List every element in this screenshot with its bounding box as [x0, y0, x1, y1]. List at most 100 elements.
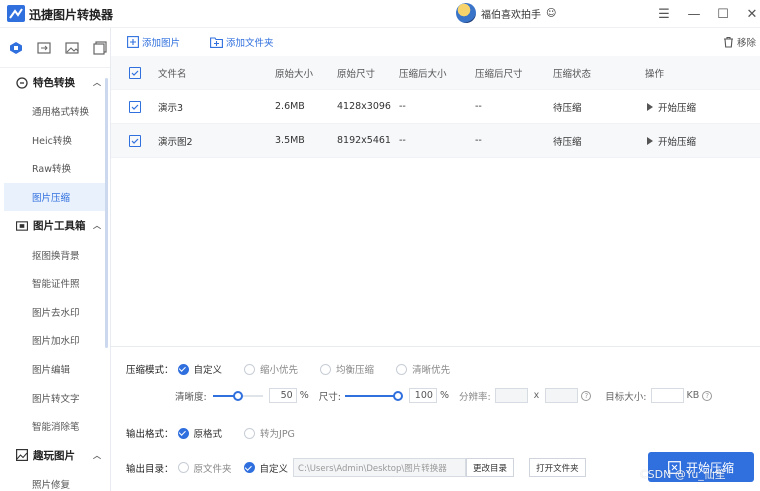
after-dims: --	[475, 101, 482, 112]
header-orig-size: 原始大小	[275, 68, 314, 80]
row-start-button[interactable]: 开始压缩	[647, 124, 696, 157]
sidebar-item-add-watermark[interactable]: 图片加水印	[0, 326, 110, 355]
table-row[interactable]: 演示3 2.6MB 4128x3096 -- -- 待压缩 开始压缩	[111, 90, 760, 124]
sidebar-item-edit[interactable]: 图片编辑	[0, 355, 110, 384]
file-name: 演示图2	[158, 136, 193, 148]
resolution-label: 分辨率:	[458, 391, 491, 403]
slider-fill	[344, 394, 398, 397]
header-action: 操作	[645, 68, 665, 80]
row-checkbox[interactable]	[129, 90, 141, 123]
header-filename: 文件名	[158, 68, 187, 80]
image-icon[interactable]	[62, 38, 81, 57]
format-jpg[interactable]: 转为JPG	[244, 426, 295, 440]
file-name: 演示3	[158, 102, 184, 114]
size-label: 尺寸:	[318, 391, 341, 403]
dir-custom[interactable]: 自定义	[243, 461, 289, 475]
change-dir-button[interactable]: 更改目录	[466, 458, 515, 477]
add-folder-button[interactable]: 添加文件夹	[210, 35, 274, 49]
dir-custom-label: 自定义	[259, 463, 289, 475]
x-separator: x	[533, 390, 540, 401]
sidebar-item-ocr[interactable]: 图片转文字	[0, 383, 110, 412]
slider-knob[interactable]	[232, 390, 243, 401]
format-original[interactable]: 原格式	[177, 426, 222, 440]
radio-icon	[320, 363, 332, 375]
sidebar-item-general[interactable]: 通用格式转换	[0, 97, 110, 126]
emoji-icon: ☺	[546, 7, 557, 19]
file-size: 3.5MB	[275, 135, 305, 146]
table-header: 文件名 原始大小 原始尺寸 压缩后大小 压缩后尺寸 压缩状态 操作	[111, 56, 760, 90]
sidebar-item-restore[interactable]: 照片修复	[0, 470, 110, 491]
slider-knob[interactable]	[392, 390, 403, 401]
sidebar-item-id-photo[interactable]: 智能证件照	[0, 269, 110, 298]
user-account[interactable]: 福伯喜欢拍手 ☺	[456, 3, 556, 23]
sidebar-group-fun[interactable]: 趣玩图片 ︿	[0, 441, 110, 470]
sidebar-group-label: 趣玩图片	[33, 449, 75, 462]
add-image-icon	[127, 36, 139, 48]
resolution-width-input[interactable]	[494, 388, 528, 403]
toolbar: 添加图片 添加文件夹 移除	[111, 28, 760, 56]
toolbox-icon	[16, 220, 28, 232]
size-value-input[interactable]: 100	[408, 388, 437, 403]
mode-clarity[interactable]: 清晰优先	[396, 362, 450, 376]
sidebar-item-raw[interactable]: Raw转换	[0, 154, 110, 183]
mode-small[interactable]: 缩小优先	[244, 362, 298, 376]
sidebar-item-compress[interactable]: 图片压缩	[4, 182, 106, 212]
checkbox-checked-icon	[129, 134, 141, 147]
maximize-button[interactable]: ☐	[712, 3, 734, 25]
after-size: --	[399, 101, 406, 112]
output-dir-row: 输出目录： 原文件夹 自定义 C:\Users\Admin\Desktop\图片…	[126, 458, 586, 477]
add-image-label: 添加图片	[142, 38, 181, 49]
user-name[interactable]: 福伯喜欢拍手	[481, 6, 541, 21]
help-icon[interactable]: ?	[702, 390, 713, 401]
mode-custom[interactable]: 自定义	[177, 362, 222, 376]
dir-original-label: 原文件夹	[193, 463, 232, 475]
row-checkbox[interactable]	[129, 124, 141, 157]
size-slider[interactable]	[344, 390, 403, 402]
home-icon[interactable]	[6, 38, 25, 57]
remove-button[interactable]: 移除	[723, 35, 756, 49]
resolution-height-input[interactable]	[545, 388, 579, 403]
menu-icon[interactable]: ☰	[653, 3, 675, 25]
chevron-up-icon[interactable]: ︿	[93, 77, 101, 88]
sidebar-item-heic[interactable]: Heic转换	[0, 126, 110, 155]
minimize-button[interactable]: —	[683, 3, 705, 25]
add-image-button[interactable]: 添加图片	[127, 35, 180, 49]
status-text: 待压缩	[553, 136, 582, 148]
help-icon[interactable]: ?	[581, 390, 592, 401]
remove-label: 移除	[736, 38, 756, 49]
table-row[interactable]: 演示图2 3.5MB 8192x5461 -- -- 待压缩 开始压缩	[111, 124, 760, 158]
clarity-slider[interactable]	[212, 390, 263, 402]
convert-icon[interactable]	[34, 38, 53, 57]
chevron-up-icon[interactable]: ︿	[93, 220, 101, 231]
clarity-label: 清晰度:	[175, 391, 207, 403]
sidebar-item-eraser[interactable]: 智能消除笔	[0, 412, 110, 441]
sidebar-item-remove-watermark[interactable]: 图片去水印	[0, 298, 110, 327]
gallery-icon[interactable]	[90, 38, 109, 57]
radio-checked-icon	[177, 363, 189, 375]
chevron-up-icon[interactable]: ︿	[93, 450, 101, 461]
radio-icon	[244, 427, 256, 439]
sidebar-scrollbar[interactable]	[105, 78, 108, 348]
avatar[interactable]	[456, 3, 476, 23]
select-all-checkbox[interactable]	[129, 56, 141, 89]
clarity-value-input[interactable]: 50	[268, 388, 297, 403]
header-after-size: 压缩后大小	[399, 68, 447, 80]
open-folder-button[interactable]: 打开文件夹	[529, 458, 586, 477]
target-label: 目标大小:	[605, 391, 647, 403]
after-dims: --	[475, 135, 482, 146]
sidebar-group-special[interactable]: 特色转换 ︿	[0, 68, 110, 97]
sidebar-item-cutout[interactable]: 抠图换背景	[0, 240, 110, 269]
close-button[interactable]: ✕	[741, 3, 760, 25]
target-size-input[interactable]	[650, 388, 684, 403]
output-path-field[interactable]: C:\Users\Admin\Desktop\图片转换器	[293, 458, 467, 477]
dir-original[interactable]: 原文件夹	[177, 461, 232, 475]
mode-balanced[interactable]: 均衡压缩	[320, 362, 374, 376]
sidebar: 特色转换 ︿ 通用格式转换 Heic转换 Raw转换 图片压缩 图片工具箱 ︿ …	[0, 28, 111, 491]
app-title: 迅捷图片转换器	[29, 8, 114, 22]
radio-icon	[177, 462, 189, 473]
header-status: 压缩状态	[553, 68, 592, 80]
play-icon	[647, 136, 653, 145]
row-start-button[interactable]: 开始压缩	[647, 90, 696, 123]
title-bar: 迅捷图片转换器 福伯喜欢拍手 ☺ ☰ — ☐ ✕	[0, 0, 760, 28]
sidebar-group-toolbox[interactable]: 图片工具箱 ︿	[0, 211, 110, 240]
